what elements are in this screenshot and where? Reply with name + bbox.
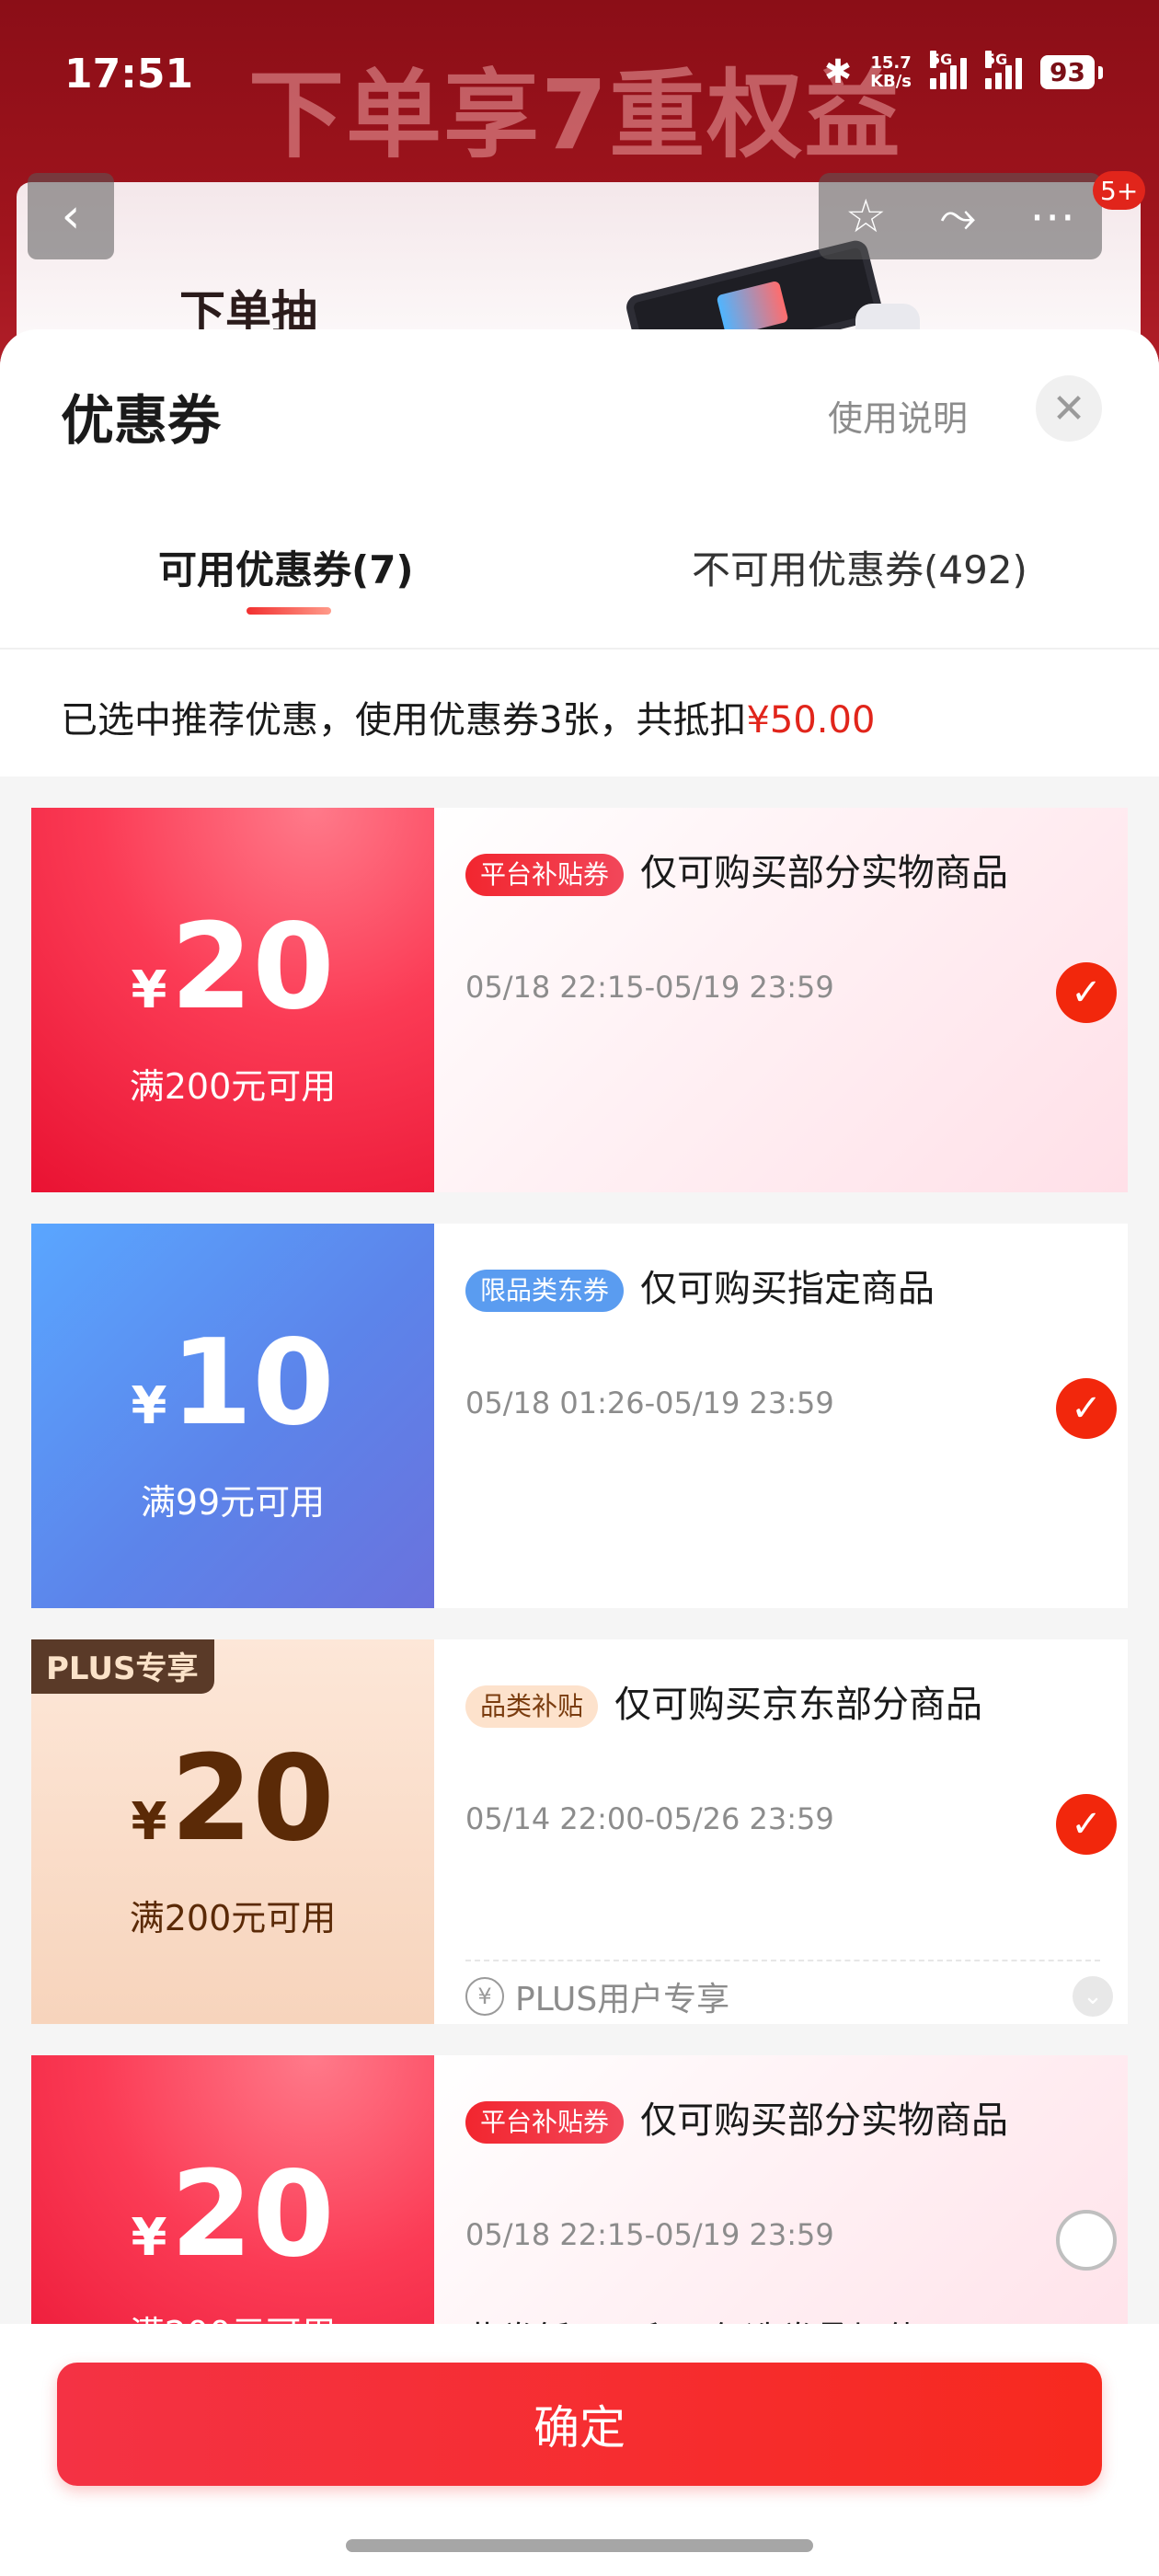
tab-unavailable-coupons[interactable]: 不可用优惠券(492)	[692, 539, 1027, 595]
coupon-card[interactable]: PLUS专享 ¥20 满200元可用 品类补贴 仅可购买京东部分商品 05/14 …	[31, 1639, 1128, 2024]
coupon-divider	[465, 1960, 1100, 1961]
back-button[interactable]: ‹	[28, 173, 114, 259]
sheet-title: 优惠券	[61, 389, 222, 452]
usage-instructions-link[interactable]: 使用说明	[828, 390, 968, 441]
battery-icon: 93	[1040, 55, 1103, 89]
coupon-detail-panel: 平台补贴券 仅可购买部分实物商品 05/18 22:15-05/19 23:59 …	[434, 808, 1128, 1192]
confirm-button[interactable]: 确定	[57, 2363, 1102, 2486]
checkmark-icon: ✓	[1071, 972, 1102, 1014]
coupon-type-badge: 限品类东券	[465, 1270, 625, 1312]
network-speed-value: 15.7	[870, 52, 912, 73]
checkmark-icon: ✓	[1071, 1803, 1102, 1846]
tab-available-coupons[interactable]: 可用优惠券(7)	[158, 539, 414, 595]
summary-text: 已选中推荐优惠，使用优惠券3张，共抵扣¥50.00	[61, 690, 875, 743]
coupon-scope-text: 仅可购买部分实物商品	[640, 2099, 1009, 2142]
plus-exclusive-tag: PLUS专享	[31, 1639, 215, 1694]
coupon-scope: 平台补贴券 仅可购买部分实物商品	[465, 845, 1054, 902]
coupon-validity: 05/18 22:15-05/19 23:59	[465, 2217, 834, 2252]
coupon-value-panel: PLUS专享 ¥20 满200元可用	[31, 1639, 434, 2024]
coupon-scope-text: 仅可购买指定商品	[640, 1268, 935, 1310]
coupon-checkbox[interactable]: ✓	[1056, 1378, 1117, 1439]
share-icon[interactable]: ⤳	[939, 193, 976, 239]
coupon-card[interactable]: ¥20 满200元可用 平台补贴券仅可购买部分实物商品 05/18 22:15-…	[31, 808, 1128, 1192]
yuan-icon: ¥	[465, 1977, 504, 2016]
amount-value: 20	[170, 1731, 335, 1868]
coupon-validity: 05/14 22:00-05/26 23:59	[465, 1801, 834, 1836]
coupon-condition: 满200元可用	[129, 1898, 337, 1938]
chevron-left-icon: ‹	[61, 189, 81, 244]
coupon-value-panel: ¥20 满200元可用	[31, 808, 434, 1192]
summary-amount: ¥50.00	[746, 699, 876, 742]
more-icon[interactable]: ⋯	[1029, 193, 1075, 239]
coupon-scope-text: 仅可购买部分实物商品	[640, 852, 1009, 894]
signal-type-label-2: 5G	[985, 50, 1008, 68]
coupon-checkbox[interactable]: ✓	[1056, 962, 1117, 1023]
status-time: 17:51	[64, 51, 194, 98]
currency-symbol: ¥	[131, 960, 167, 1020]
coupon-scope: 品类补贴 仅可购买京东部分商品	[465, 1676, 1054, 1733]
coupon-detail-panel: 限品类东券 仅可购买指定商品 05/18 01:26-05/19 23:59 ✓	[434, 1224, 1128, 1608]
active-tab-indicator	[247, 607, 331, 615]
currency-symbol: ¥	[131, 1792, 167, 1852]
signal-icon: 5G	[930, 50, 968, 89]
coupon-scope: 限品类东券 仅可购买指定商品	[465, 1260, 1054, 1317]
close-button[interactable]: ✕	[1036, 375, 1102, 442]
signal-icon-2: 5G	[985, 50, 1023, 89]
coupon-checkbox[interactable]: ✓	[1056, 1794, 1117, 1855]
plus-note-text: PLUS用户专享	[515, 1981, 730, 2018]
coupon-sheet: 优惠券 使用说明 ✕ 可用优惠券(7) 不可用优惠券(492) 已选中推荐优惠，…	[0, 329, 1159, 2576]
selection-summary: 已选中推荐优惠，使用优惠券3张，共抵扣¥50.00	[0, 648, 1159, 776]
chevron-down-icon[interactable]: ⌄	[1073, 1976, 1113, 2017]
coupon-value-panel: ¥10 满99元可用	[31, 1224, 434, 1608]
currency-symbol: ¥	[131, 1376, 167, 1436]
nav-action-group: ☆ ⤳ ⋯	[819, 173, 1102, 259]
coupon-type-badge: 品类补贴	[465, 1685, 599, 1728]
plus-note-row[interactable]: ¥ PLUS用户专享	[465, 1972, 729, 2020]
currency-symbol: ¥	[131, 2208, 167, 2268]
coupon-amount: ¥20	[31, 1741, 434, 1858]
star-icon[interactable]: ☆	[845, 193, 887, 239]
amount-value: 20	[170, 899, 335, 1036]
coupon-scope-text: 仅可购买京东部分商品	[614, 1684, 983, 1726]
close-icon: ✕	[1051, 385, 1086, 432]
signal-type-label: 5G	[930, 50, 953, 68]
coupon-condition: 满99元可用	[140, 1482, 326, 1523]
summary-prefix: 已选中推荐优惠，使用优惠券3张，共抵扣	[61, 699, 747, 742]
coupon-detail-panel: 品类补贴 仅可购买京东部分商品 05/14 22:00-05/26 23:59 ✓…	[434, 1639, 1128, 2024]
network-speed-unit: KB/s	[870, 71, 912, 91]
amount-value: 20	[170, 2146, 335, 2283]
status-icons: ✱ 15.7 KB/s 5G 5G 93	[823, 50, 1103, 91]
network-speed: 15.7 KB/s	[870, 52, 912, 91]
coupon-condition: 满200元可用	[129, 1066, 337, 1107]
coupon-amount: ¥20	[31, 2156, 434, 2274]
sheet-header: 优惠券 使用说明 ✕ 可用优惠券(7) 不可用优惠券(492)	[0, 329, 1159, 648]
coupon-amount: ¥20	[31, 909, 434, 1027]
status-bar: 17:51 ✱ 15.7 KB/s 5G 5G 93	[0, 0, 1159, 156]
coupon-type-badge: 平台补贴券	[465, 854, 625, 896]
amount-value: 10	[170, 1315, 335, 1452]
sheet-footer: 确定	[0, 2324, 1159, 2576]
coupon-validity: 05/18 22:15-05/19 23:59	[465, 970, 834, 1005]
coupon-type-badge: 平台补贴券	[465, 2101, 625, 2144]
coupon-checkbox[interactable]	[1056, 2210, 1117, 2271]
notification-badge: 5+	[1093, 171, 1146, 210]
home-indicator[interactable]	[346, 2539, 813, 2552]
checkmark-icon: ✓	[1071, 1387, 1102, 1430]
coupon-validity: 05/18 01:26-05/19 23:59	[465, 1386, 834, 1420]
coupon-amount: ¥10	[31, 1325, 434, 1443]
bluetooth-icon: ✱	[823, 53, 853, 91]
coupon-card[interactable]: ¥10 满99元可用 限品类东券 仅可购买指定商品 05/18 01:26-05/…	[31, 1224, 1128, 1608]
coupon-scope: 平台补贴券 仅可购买部分实物商品	[465, 2092, 1054, 2149]
